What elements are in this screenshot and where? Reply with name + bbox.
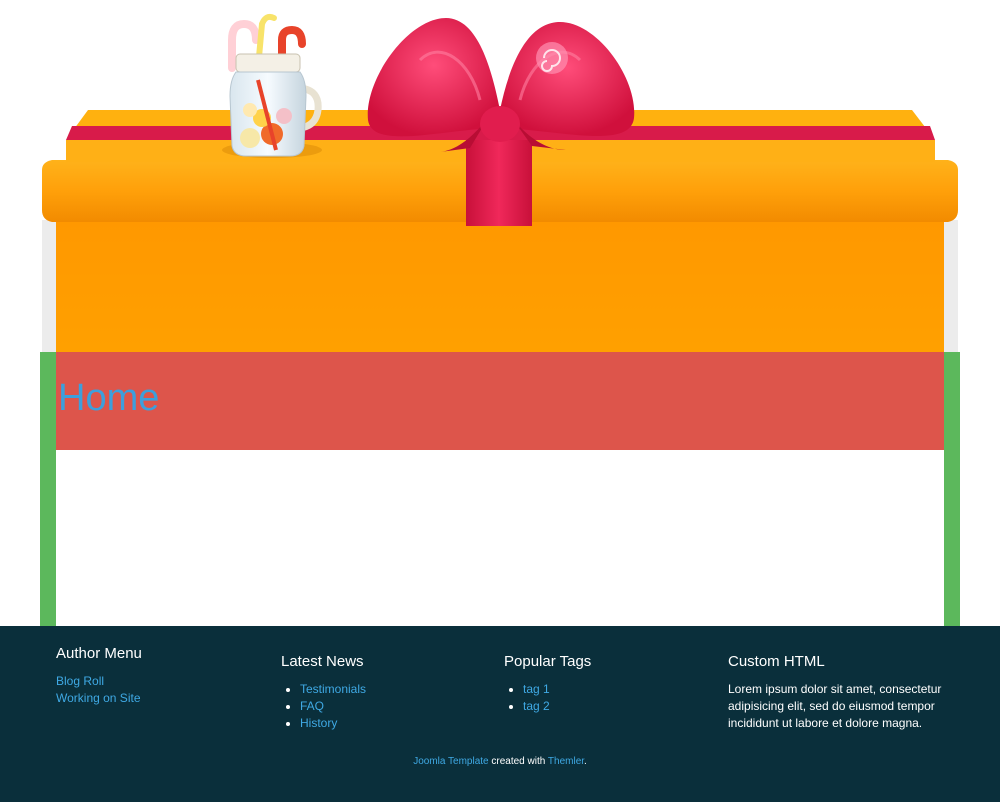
latest-news-link-history[interactable]: History xyxy=(300,716,337,730)
joomla-template-link[interactable]: Joomla Template xyxy=(413,756,488,767)
custom-html-widget: Custom HTML Lorem ipsum dolor sit amet, … xyxy=(728,653,950,732)
gift-box-illustration xyxy=(42,13,958,352)
themler-link[interactable]: Themler xyxy=(548,756,584,767)
author-menu-link-blog-roll[interactable]: Blog Roll xyxy=(56,673,142,690)
author-menu-links: Blog Roll Working on Site xyxy=(56,673,142,707)
page: Home Author Menu Blog Roll Working on Si… xyxy=(0,0,1000,802)
page-title-band: Home xyxy=(56,352,944,450)
tag-link-2[interactable]: tag 2 xyxy=(523,699,550,713)
list-item: FAQ xyxy=(300,698,366,715)
tag-link-1[interactable]: tag 1 xyxy=(523,682,550,696)
custom-html-text: Lorem ipsum dolor sit amet, consectetur … xyxy=(728,682,942,730)
latest-news-link-testimonials[interactable]: Testimonials xyxy=(300,682,366,696)
list-item: Testimonials xyxy=(300,681,366,698)
author-menu-heading: Author Menu xyxy=(56,645,142,662)
author-menu-widget: Author Menu Blog Roll Working on Site xyxy=(56,645,142,707)
latest-news-link-faq[interactable]: FAQ xyxy=(300,699,324,713)
credits-middle-text: created with xyxy=(488,756,548,767)
footer-credits: Joomla Template created with Themler. xyxy=(0,756,1000,768)
popular-tags-widget: Popular Tags tag 1 tag 2 xyxy=(504,653,591,715)
latest-news-heading: Latest News xyxy=(281,653,364,670)
custom-html-heading: Custom HTML xyxy=(728,653,825,670)
popular-tags-heading: Popular Tags xyxy=(504,653,592,670)
list-item: History xyxy=(300,715,366,732)
author-menu-link-working-on-site[interactable]: Working on Site xyxy=(56,690,142,707)
popular-tags-list: tag 1 tag 2 xyxy=(504,681,591,715)
list-item: tag 1 xyxy=(523,681,591,698)
list-item: tag 2 xyxy=(523,698,591,715)
latest-news-list: Testimonials FAQ History xyxy=(281,681,366,732)
footer: Author Menu Blog Roll Working on Site La… xyxy=(0,626,1000,802)
gift-bow-icon xyxy=(367,18,635,152)
content-area: Home xyxy=(56,352,944,626)
latest-news-widget: Latest News Testimonials FAQ History xyxy=(281,653,366,732)
page-title: Home xyxy=(58,377,160,419)
content-frame: Home xyxy=(40,352,960,626)
header-gift-box xyxy=(0,0,1000,352)
credits-end-text: . xyxy=(584,756,587,767)
